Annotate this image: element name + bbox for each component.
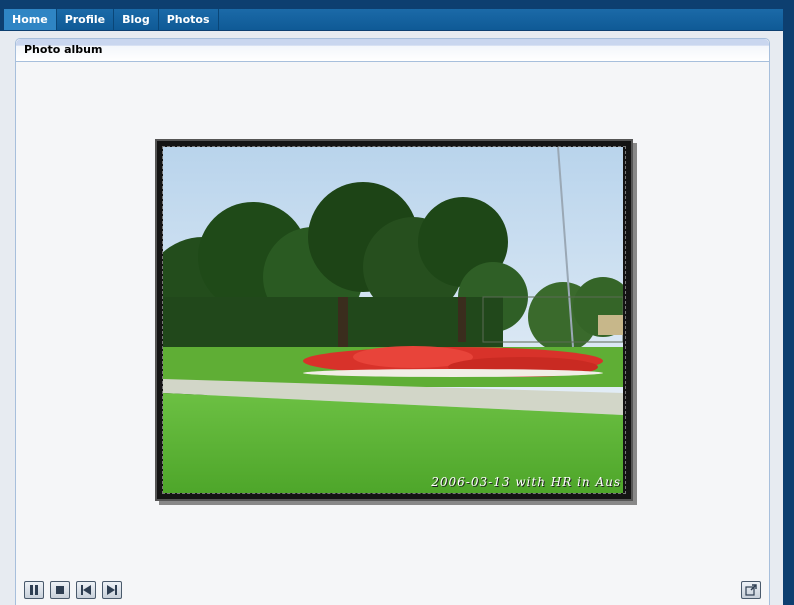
expand-icon xyxy=(745,584,757,596)
nav-photos[interactable]: Photos xyxy=(159,9,219,30)
pause-icon xyxy=(30,585,38,595)
skip-previous-icon xyxy=(81,585,91,595)
nav-home[interactable]: Home xyxy=(4,9,57,30)
photo-frame: 2006-03-13 with HR in Aus xyxy=(155,139,633,501)
slideshow-controls xyxy=(24,581,122,599)
photo-album-panel: Photo album 2006-03-13 with HR in Aus xyxy=(15,38,770,605)
pause-button[interactable] xyxy=(24,581,44,599)
right-border xyxy=(783,9,794,605)
skip-next-icon xyxy=(107,585,117,595)
expand-button[interactable] xyxy=(741,581,761,599)
previous-button[interactable] xyxy=(76,581,96,599)
stop-icon xyxy=(56,586,64,594)
photo-caption: 2006-03-13 with HR in Aus xyxy=(431,475,621,489)
panel-title: Photo album xyxy=(24,43,103,56)
panel-header: Photo album xyxy=(16,39,769,62)
next-button[interactable] xyxy=(102,581,122,599)
stop-button[interactable] xyxy=(50,581,70,599)
main-nav: Home Profile Blog Photos xyxy=(4,9,219,30)
photo[interactable]: 2006-03-13 with HR in Aus xyxy=(162,146,626,494)
photo-image xyxy=(163,147,623,493)
nav-blog[interactable]: Blog xyxy=(114,9,159,30)
nav-profile[interactable]: Profile xyxy=(57,9,115,30)
